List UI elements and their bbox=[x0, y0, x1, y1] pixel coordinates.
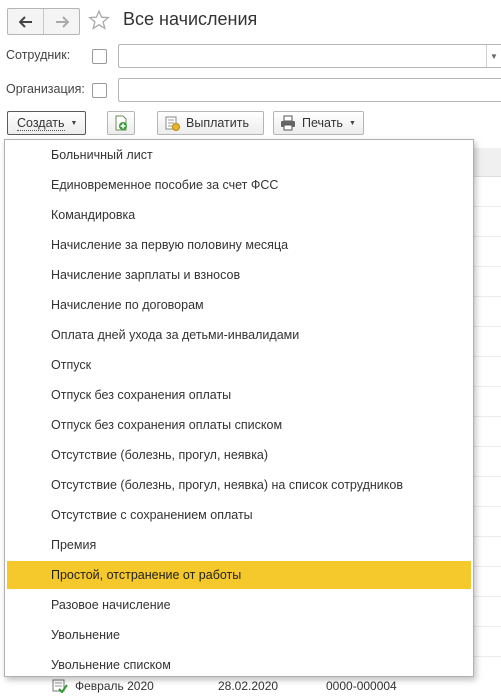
table-row[interactable] bbox=[470, 266, 501, 297]
arrow-right-icon bbox=[55, 15, 69, 28]
menu-item[interactable]: Больничный лист bbox=[7, 141, 471, 169]
menu-item[interactable]: Увольнение списком bbox=[7, 651, 471, 679]
pay-button-label: Выплатить bbox=[186, 116, 250, 130]
menu-item[interactable]: Отпуск bbox=[7, 351, 471, 379]
menu-item[interactable]: Начисление зарплаты и взносов bbox=[7, 261, 471, 289]
menu-item[interactable]: Отсутствие с сохранением оплаты bbox=[7, 501, 471, 529]
menu-item[interactable]: Командировка bbox=[7, 201, 471, 229]
menu-item[interactable]: Начисление по договорам bbox=[7, 291, 471, 319]
print-button-label: Печать bbox=[302, 116, 343, 130]
create-dropdown-menu: Больничный лист Единовременное пособие за… bbox=[4, 139, 474, 677]
menu-item[interactable]: Простой, отстранение от работы bbox=[7, 561, 471, 589]
table-row[interactable] bbox=[470, 566, 501, 597]
printer-icon bbox=[281, 115, 295, 131]
menu-item[interactable]: Отпуск без сохранения оплаты bbox=[7, 381, 471, 409]
organization-label: Организация: bbox=[6, 82, 85, 96]
organization-checkbox[interactable] bbox=[92, 83, 107, 98]
posted-document-icon bbox=[52, 679, 68, 693]
row-month: Февраль 2020 bbox=[75, 679, 154, 693]
page-title: Все начисления bbox=[123, 9, 258, 29]
table-row[interactable]: Февраль 2020 28.02.2020 0000-000004 bbox=[0, 676, 501, 696]
forward-button[interactable] bbox=[43, 9, 79, 34]
back-button[interactable] bbox=[8, 9, 43, 34]
add-document-icon bbox=[115, 115, 127, 131]
menu-item[interactable]: Отсутствие (болезнь, прогул, неявка) на … bbox=[7, 471, 471, 499]
menu-item[interactable]: Премия bbox=[7, 531, 471, 559]
menu-item[interactable]: Отпуск без сохранения оплаты списком bbox=[7, 411, 471, 439]
table-row[interactable] bbox=[470, 176, 501, 207]
menu-item[interactable]: Единовременное пособие за счет ФСС bbox=[7, 171, 471, 199]
table-row[interactable] bbox=[470, 506, 501, 537]
arrow-left-icon bbox=[18, 15, 32, 28]
menu-item[interactable]: Начисление за первую половину месяца bbox=[7, 231, 471, 259]
table-row[interactable] bbox=[470, 596, 501, 627]
employee-label: Сотрудник: bbox=[6, 48, 71, 62]
table-row[interactable] bbox=[470, 476, 501, 507]
row-number: 0000-000004 bbox=[326, 679, 397, 693]
table-row[interactable] bbox=[470, 356, 501, 387]
table-row[interactable] bbox=[470, 236, 501, 267]
table-row[interactable] bbox=[470, 416, 501, 447]
table-row[interactable] bbox=[470, 386, 501, 417]
table-row[interactable] bbox=[470, 446, 501, 477]
caret-down-icon: ▼ bbox=[348, 119, 356, 127]
add-document-button[interactable] bbox=[107, 111, 135, 135]
menu-item[interactable]: Оплата дней ухода за детьми-инвалидами bbox=[7, 321, 471, 349]
table-header bbox=[470, 148, 501, 177]
menu-item[interactable]: Отсутствие (болезнь, прогул, неявка) bbox=[7, 441, 471, 469]
menu-item[interactable]: Увольнение bbox=[7, 621, 471, 649]
row-date: 28.02.2020 bbox=[218, 679, 279, 693]
table-row[interactable] bbox=[470, 326, 501, 357]
create-button-label: Создать bbox=[17, 115, 65, 131]
table-row[interactable] bbox=[470, 206, 501, 237]
print-button[interactable]: Печать ▼ bbox=[273, 111, 364, 135]
organization-field[interactable] bbox=[118, 78, 501, 102]
caret-down-icon: ▼ bbox=[70, 119, 78, 127]
star-icon[interactable] bbox=[88, 9, 110, 31]
table-row[interactable] bbox=[470, 626, 501, 657]
menu-item[interactable]: Разовое начисление bbox=[7, 591, 471, 619]
employee-checkbox[interactable] bbox=[92, 49, 107, 64]
table-row[interactable] bbox=[470, 536, 501, 567]
history-nav bbox=[7, 8, 80, 35]
employee-field[interactable]: ▼ bbox=[118, 44, 501, 68]
create-button[interactable]: Создать ▼ bbox=[7, 111, 86, 135]
pay-button[interactable]: Выплатить bbox=[157, 111, 264, 135]
chevron-down-icon[interactable]: ▼ bbox=[486, 45, 501, 67]
payment-icon bbox=[165, 116, 180, 131]
table-row[interactable] bbox=[470, 296, 501, 327]
